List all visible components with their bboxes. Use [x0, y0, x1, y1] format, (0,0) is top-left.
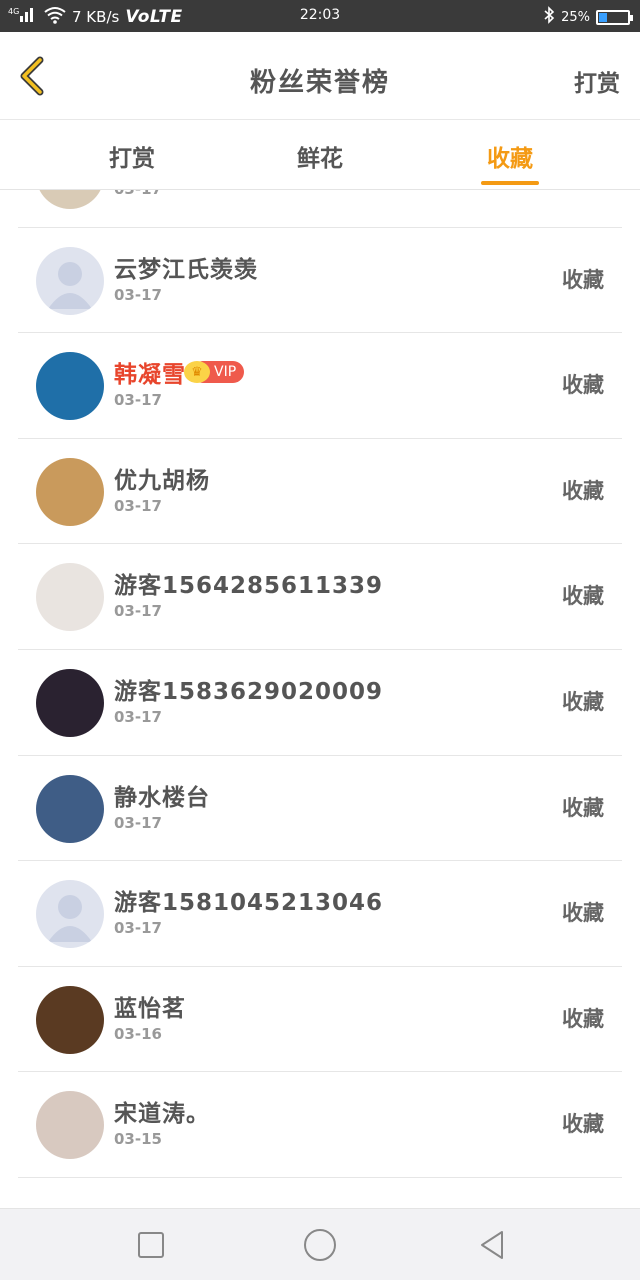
user-name-text: 蓝怡茗: [114, 995, 186, 1022]
list-item[interactable]: 韩凝雪 ♛ VIP 03-17 收藏: [18, 333, 622, 439]
vip-badge: ♛ VIP: [184, 361, 245, 384]
user-name: 云梦江氏羡羡: [114, 250, 258, 284]
list-item[interactable]: 静水楼台 03-17 收藏: [18, 756, 622, 862]
action-label: 收藏: [562, 373, 604, 398]
battery-percent: 25%: [561, 9, 590, 25]
square-icon: [133, 1232, 169, 1267]
action-label: 收藏: [562, 478, 604, 503]
date-label: 03-16: [114, 1024, 162, 1043]
date-label: 03-17: [114, 190, 162, 198]
user-name: 韩凝雪 ♛ VIP: [114, 355, 245, 389]
action-label: 收藏: [562, 901, 604, 926]
date-label: 03-17: [114, 813, 162, 832]
user-name-text: 游客1583629020009: [114, 678, 384, 705]
recent-apps-button[interactable]: [133, 1227, 169, 1263]
battery-fill: [599, 12, 607, 22]
avatar[interactable]: [36, 246, 104, 315]
home-button[interactable]: [302, 1227, 338, 1263]
avatar[interactable]: [36, 668, 104, 737]
circle-icon: [302, 1229, 338, 1267]
system-nav-bar: [0, 1208, 640, 1280]
avatar[interactable]: [36, 1091, 104, 1160]
action-label: 收藏: [562, 267, 604, 292]
user-name: 游客1581045213046: [114, 883, 383, 917]
page-title: 粉丝荣誉榜: [249, 68, 390, 98]
list-item[interactable]: 宋道涛。 03-15 收藏: [18, 1072, 622, 1178]
user-name-text: 云梦江氏羡羡: [114, 256, 258, 283]
date-label: 03-17: [114, 285, 162, 304]
app-header: 粉丝荣誉榜 打赏: [0, 32, 640, 120]
user-name: 蓝怡茗: [114, 989, 186, 1023]
date-label: 03-15: [114, 1130, 162, 1149]
battery-icon: [596, 9, 633, 25]
user-name: 静水楼台: [114, 778, 210, 812]
crown-icon: ♛: [184, 361, 210, 384]
list-item[interactable]: 游客1564285611339 03-17 收藏: [18, 544, 622, 650]
user-name-text: 静水楼台: [114, 784, 210, 811]
list-item[interactable]: 云梦江氏羡羡 03-17 收藏: [18, 228, 622, 334]
avatar[interactable]: [36, 563, 104, 632]
avatar[interactable]: [36, 985, 104, 1054]
date-label: 03-17: [114, 602, 162, 621]
avatar[interactable]: [36, 190, 104, 209]
back-nav-button[interactable]: [474, 1227, 510, 1263]
status-bar: 4G 7 KB/s VoLTE 22:03 25%: [0, 0, 640, 32]
action-label: 收藏: [562, 1006, 604, 1031]
bluetooth-icon: [543, 6, 555, 28]
reward-header-button[interactable]: 打赏: [574, 64, 620, 98]
list-item[interactable]: 红颜有文03-17收藏: [18, 190, 622, 228]
avatar[interactable]: [36, 880, 104, 949]
user-name: 优九胡杨: [114, 461, 210, 495]
tab-bar: 打赏 鲜花 收藏: [0, 121, 640, 190]
action-label: 收藏: [562, 795, 604, 820]
user-name: 游客1583629020009: [114, 672, 383, 706]
date-label: 03-17: [114, 919, 162, 938]
user-name: 宋道涛。: [114, 1094, 210, 1128]
tab-flowers[interactable]: 鲜花: [260, 139, 380, 173]
triangle-back-icon: [474, 1231, 510, 1267]
date-label: 03-17: [114, 496, 162, 515]
user-name: 游客1564285611339: [114, 566, 383, 600]
avatar[interactable]: [36, 352, 104, 421]
user-name-text: 游客1564285611339: [114, 573, 384, 600]
user-name-text: 优九胡杨: [114, 467, 210, 494]
avatar[interactable]: [36, 774, 104, 843]
tab-favorites[interactable]: 收藏: [450, 139, 570, 173]
tab-reward[interactable]: 打赏: [72, 139, 192, 173]
list-item[interactable]: 游客1581045213046 03-17 收藏: [18, 861, 622, 967]
user-name-text: 游客1581045213046: [114, 890, 384, 917]
action-label: 收藏: [562, 584, 604, 609]
fan-list[interactable]: 红颜有文03-17收藏云梦江氏羡羡03-17收藏韩凝雪♛VIP03-17收藏优九…: [0, 190, 640, 1208]
avatar[interactable]: [36, 457, 104, 526]
list-item[interactable]: 蓝怡茗 03-16 收藏: [18, 967, 622, 1073]
active-tab-indicator: [481, 181, 539, 185]
list-item[interactable]: 优九胡杨 03-17 收藏: [18, 439, 622, 545]
list-item[interactable]: 游客1583629020009 03-17 收藏: [18, 650, 622, 756]
action-label: 收藏: [562, 689, 604, 714]
action-label: 收藏: [562, 1112, 604, 1137]
user-name-text: 韩凝雪: [114, 362, 186, 389]
date-label: 03-17: [114, 391, 162, 410]
date-label: 03-17: [114, 707, 162, 726]
vip-label: VIP: [214, 364, 237, 381]
user-name-text: 宋道涛。: [114, 1101, 210, 1128]
fan-list-content: 红颜有文03-17收藏云梦江氏羡羡03-17收藏韩凝雪♛VIP03-17收藏优九…: [0, 190, 640, 1178]
